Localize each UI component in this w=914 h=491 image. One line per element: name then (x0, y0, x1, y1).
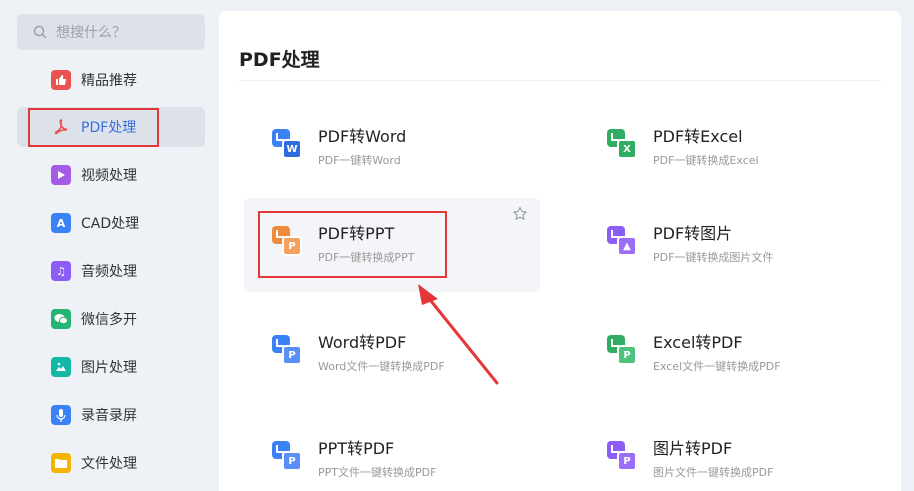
ppt-to-pdf-icon: P (272, 441, 302, 471)
sidebar-item-label: 录音录屏 (81, 408, 137, 424)
microphone-icon (51, 405, 71, 425)
sidebar-item-label: 微信多开 (81, 312, 137, 328)
image-to-pdf-icon: P (607, 441, 637, 471)
tool-card-pdf-to-word[interactable]: W PDF转Word PDF一键转Word (244, 101, 540, 195)
sidebar-item-cad[interactable]: A CAD处理 (17, 203, 205, 243)
search-icon (33, 25, 47, 39)
word-to-pdf-icon: P (272, 335, 302, 365)
sidebar-item-recording[interactable]: 录音录屏 (17, 395, 205, 435)
tool-subtitle: PDF一键转换成图片文件 (653, 251, 774, 264)
divider (239, 80, 881, 81)
play-icon (51, 165, 71, 185)
tool-subtitle: PDF一键转Word (318, 154, 401, 167)
page-title: PDF处理 (239, 49, 320, 71)
image-icon (51, 357, 71, 377)
excel-to-pdf-icon: P (607, 335, 637, 365)
sidebar-item-label: PDF处理 (81, 120, 137, 136)
tool-title: PDF转PPT (318, 224, 395, 243)
tool-card-word-to-pdf[interactable]: P Word转PDF Word文件一键转换成PDF (244, 307, 540, 401)
main-panel: PDF处理 W PDF转Word PDF一键转Word X PDF转Excel … (219, 11, 901, 491)
tool-title: Word转PDF (318, 333, 407, 352)
sidebar-item-pdf[interactable]: PDF处理 (17, 107, 205, 147)
tool-card-pdf-to-excel[interactable]: X PDF转Excel PDF一键转换成Excel (579, 101, 875, 195)
thumbs-up-icon (51, 70, 71, 90)
music-note-icon: ♫ (51, 261, 71, 281)
sidebar-item-label: 精品推荐 (81, 73, 137, 89)
sidebar-item-label: CAD处理 (81, 216, 140, 232)
sidebar-item-label: 文件处理 (81, 456, 137, 472)
sidebar-item-image[interactable]: 图片处理 (17, 347, 205, 387)
tool-title: Excel转PDF (653, 333, 743, 352)
tool-card-pdf-to-ppt[interactable]: P PDF转PPT PDF一键转换成PPT (244, 198, 540, 292)
tool-subtitle: PDF一键转换成Excel (653, 154, 759, 167)
tool-card-excel-to-pdf[interactable]: P Excel转PDF Excel文件一键转换成PDF (579, 307, 875, 401)
tool-subtitle: Excel文件一键转换成PDF (653, 360, 781, 373)
sidebar-item-wechat[interactable]: 微信多开 (17, 299, 205, 339)
search-input[interactable]: 想搜什么？ (17, 14, 205, 50)
tool-card-pdf-to-image[interactable]: ▲ PDF转图片 PDF一键转换成图片文件 (579, 198, 875, 292)
sidebar-item-recommended[interactable]: 精品推荐 (17, 60, 205, 100)
tool-card-image-to-pdf[interactable]: P 图片转PDF 图片文件一键转换成PDF (579, 413, 875, 491)
folder-icon (51, 453, 71, 473)
tool-title: PDF转Excel (653, 127, 743, 146)
tool-title: PDF转图片 (653, 224, 733, 243)
tool-subtitle: Word文件一键转换成PDF (318, 360, 445, 373)
tool-subtitle: PPT文件一键转换成PDF (318, 466, 437, 479)
pdf-to-image-icon: ▲ (607, 226, 637, 256)
pdf-to-word-icon: W (272, 129, 302, 159)
wechat-icon (51, 309, 71, 329)
search-placeholder: 想搜什么？ (56, 25, 126, 41)
tool-card-ppt-to-pdf[interactable]: P PPT转PDF PPT文件一键转换成PDF (244, 413, 540, 491)
cad-icon: A (51, 213, 71, 233)
tool-title: 图片转PDF (653, 439, 733, 458)
sidebar-item-label: 视频处理 (81, 168, 137, 184)
star-icon[interactable] (512, 206, 528, 222)
pdf-to-ppt-icon: P (272, 226, 302, 256)
tool-subtitle: PDF一键转换成PPT (318, 251, 415, 264)
sidebar: 想搜什么？ 精品推荐 PDF处理 视频处理 A CAD处理 ♫ 音频处理 微信多… (0, 0, 218, 491)
tool-title: PDF转Word (318, 127, 407, 146)
sidebar-item-label: 音频处理 (81, 264, 137, 280)
pdf-to-excel-icon: X (607, 129, 637, 159)
pdf-icon (51, 117, 71, 137)
tool-title: PPT转PDF (318, 439, 395, 458)
sidebar-item-audio[interactable]: ♫ 音频处理 (17, 251, 205, 291)
sidebar-item-label: 图片处理 (81, 360, 137, 376)
tool-subtitle: 图片文件一键转换成PDF (653, 466, 774, 479)
sidebar-item-file[interactable]: 文件处理 (17, 443, 205, 483)
sidebar-item-video[interactable]: 视频处理 (17, 155, 205, 195)
